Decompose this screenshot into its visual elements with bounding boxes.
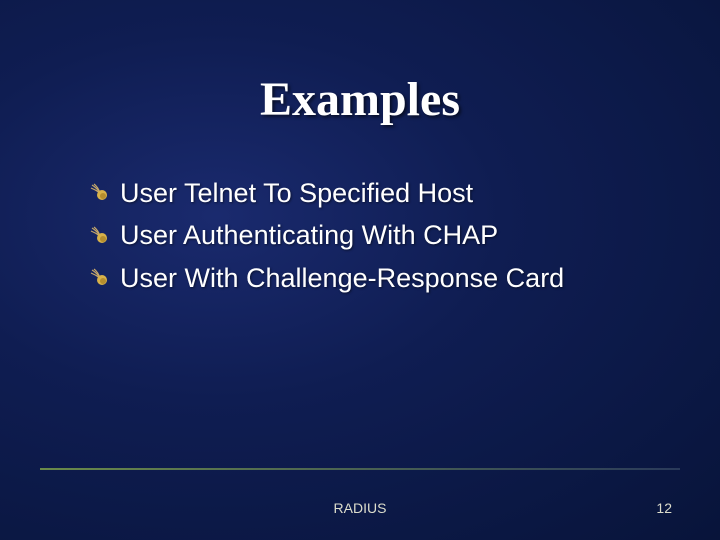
comet-icon xyxy=(90,226,110,246)
comet-icon xyxy=(90,268,110,288)
slide-title: Examples xyxy=(0,72,720,127)
list-item: User Telnet To Specified Host xyxy=(90,175,680,211)
footer-divider xyxy=(40,468,680,470)
bullet-text: User Telnet To Specified Host xyxy=(120,175,473,211)
page-number: 12 xyxy=(656,500,672,516)
bullet-text: User Authenticating With CHAP xyxy=(120,217,498,253)
slide: Examples User Telnet To Specified Host xyxy=(0,0,720,540)
list-item: User Authenticating With CHAP xyxy=(90,217,680,253)
footer-label: RADIUS xyxy=(0,500,720,516)
list-item: User With Challenge-Response Card xyxy=(90,260,680,296)
comet-icon xyxy=(90,183,110,203)
bullet-text: User With Challenge-Response Card xyxy=(120,260,564,296)
bullet-list: User Telnet To Specified Host User Authe… xyxy=(90,175,680,302)
